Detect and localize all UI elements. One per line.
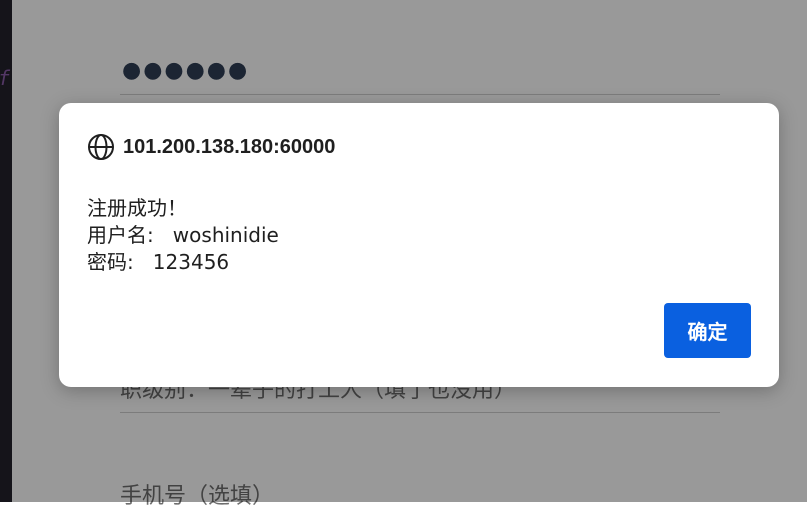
message-line-username: 用户名: woshinidie [87,223,279,247]
message-line-password: 密码: 123456 [87,250,230,274]
message-line-success: 注册成功！ [87,196,187,220]
globe-icon [87,133,115,161]
dialog-header: 101.200.138.180:60000 [87,133,335,161]
ok-button[interactable]: 确定 [664,303,751,358]
dialog-origin: 101.200.138.180:60000 [123,135,336,158]
dialog-message: 注册成功！ 用户名: woshinidie 密码: 123456 [87,195,279,276]
alert-dialog: 101.200.138.180:60000 注册成功！ 用户名: woshini… [59,103,779,387]
